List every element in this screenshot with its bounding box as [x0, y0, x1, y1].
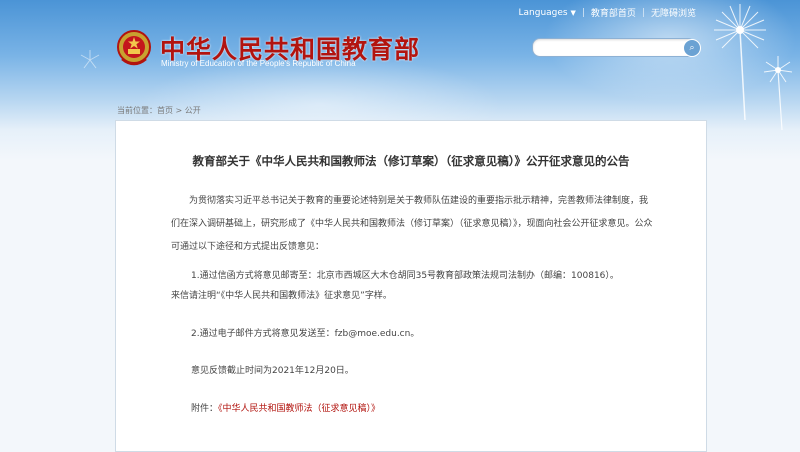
article-item-2: 2.通过电子邮件方式将意见发送至：fzb@moe.edu.cn。: [191, 329, 420, 339]
site-subtitle: Ministry of Education of the People's Re…: [161, 59, 356, 68]
attachment-link[interactable]: 《中华人民共和国教师法（征求意见稿）》: [218, 404, 380, 414]
article-deadline: 意见反馈截止时间为2021年12月20日。: [191, 366, 354, 376]
top-links: Languages ▼ | 教育部首页 | 无障碍浏览: [519, 6, 697, 20]
languages-link[interactable]: Languages ▼: [519, 8, 576, 18]
breadcrumb-separator: >: [175, 106, 183, 115]
separator: |: [641, 7, 645, 18]
search-input[interactable]: [532, 38, 696, 57]
dropdown-arrow-icon: ▼: [570, 8, 576, 17]
article-panel: 教育部关于《中华人民共和国教师法（修订草案）（征求意见稿）》公开征求意见的公告 …: [115, 120, 707, 452]
moe-home-link[interactable]: 教育部首页: [591, 6, 636, 19]
article-intro: 为贯彻落实习近平总书记关于教育的重要论述特别是关于教师队伍建设的重要指示批示精神…: [171, 196, 653, 252]
languages-label: Languages: [518, 7, 568, 18]
article-item-1-line-2: 来信请注明“《中华人民共和国教师法》征求意见”字样。: [171, 291, 392, 301]
separator: |: [581, 7, 585, 18]
national-emblem-icon: [117, 30, 151, 66]
article-title: 教育部关于《中华人民共和国教师法（修订草案）（征求意见稿）》公开征求意见的公告: [192, 154, 630, 168]
attachment-label: 附件：: [191, 404, 219, 414]
breadcrumb-prefix: 当前位置：: [117, 106, 157, 115]
breadcrumb-current[interactable]: 公开: [185, 106, 201, 115]
breadcrumb: 当前位置：首页 > 公开: [117, 105, 201, 116]
article-attachment: 附件：《中华人民共和国教师法（征求意见稿）》: [171, 398, 691, 421]
breadcrumb-home-link[interactable]: 首页: [157, 106, 173, 115]
accessibility-link[interactable]: 无障碍浏览: [651, 6, 696, 19]
search-icon[interactable]: ⌕: [683, 39, 701, 57]
